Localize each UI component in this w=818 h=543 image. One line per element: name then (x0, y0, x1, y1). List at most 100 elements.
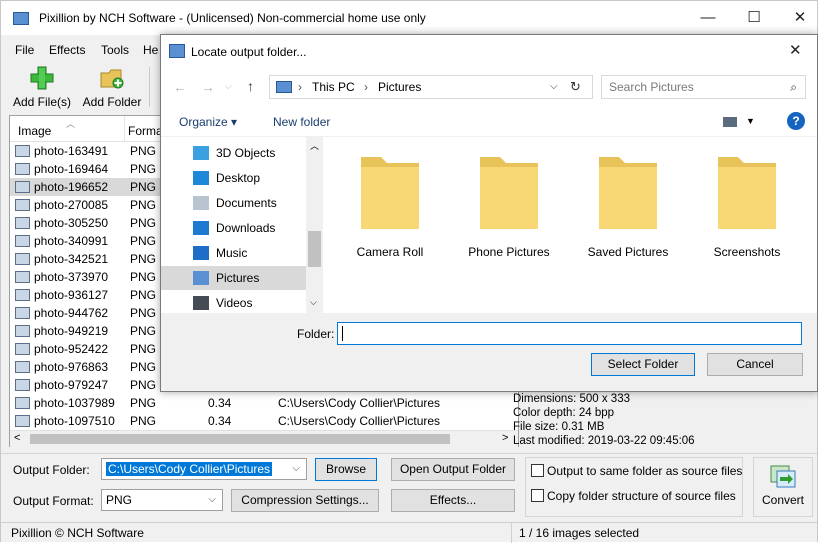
output-format-value: PNG (106, 493, 133, 507)
checkbox-box[interactable] (531, 464, 544, 477)
close-button[interactable]: ✕ (777, 7, 818, 31)
table-row[interactable]: photo-1037989 PNG 0.34 C:\Users\Cody Collie… (10, 394, 518, 412)
navigation-scrollbar[interactable]: ︿ ⌵ (306, 137, 323, 313)
maximize-button[interactable]: ☐ (731, 7, 777, 31)
menu-file[interactable]: File (15, 43, 34, 57)
up-arrow-icon[interactable]: ↑ (247, 78, 254, 94)
videos-icon (193, 296, 209, 310)
pixillion-app-icon (13, 12, 29, 25)
convert-button[interactable]: Convert (753, 457, 813, 517)
column-format[interactable]: Forma (128, 124, 163, 138)
row-name: photo-373970 (34, 270, 109, 284)
add-folder-button[interactable]: Add Folder (79, 65, 145, 109)
row-format: PNG (130, 162, 157, 176)
view-dropdown-chevron-icon[interactable]: ▼ (746, 116, 755, 126)
same-folder-checkbox[interactable]: Output to same folder as source files (531, 464, 742, 478)
row-name: photo-1037989 (34, 396, 115, 410)
breadcrumb-pictures[interactable]: Pictures (378, 76, 421, 98)
folder-phone-pictures[interactable]: Phone Pictures (450, 153, 568, 259)
row-format: PNG (130, 198, 157, 212)
back-arrow-icon[interactable]: ← (173, 79, 187, 95)
forward-arrow-icon[interactable]: → (201, 79, 215, 95)
cancel-button[interactable]: Cancel (707, 353, 803, 376)
status-bar: Pixillion © NCH Software 1 / 16 images s… (1, 522, 817, 543)
scroll-up-arrow-icon[interactable]: ︿ (310, 139, 319, 152)
dialog-close-button[interactable]: ✕ (789, 41, 802, 59)
row-format: PNG (130, 144, 157, 158)
select-folder-button[interactable]: Select Folder (591, 353, 695, 376)
folder-camera-roll[interactable]: Camera Roll (331, 153, 449, 259)
dialog-title: Locate output folder... (191, 45, 307, 59)
image-file-icon (15, 397, 30, 409)
new-folder-button[interactable]: New folder (273, 115, 330, 129)
menu-help[interactable]: He (143, 43, 158, 57)
scroll-thumb[interactable] (308, 231, 321, 267)
nav-item-label: Desktop (216, 171, 261, 185)
image-file-icon (15, 415, 30, 427)
add-file-plus-icon (29, 65, 55, 91)
breadcrumb-this-pc[interactable]: This PC (312, 76, 355, 98)
copy-structure-checkbox[interactable]: Copy folder structure of source files (531, 489, 736, 503)
row-name: photo-270085 (34, 198, 109, 212)
row-format: PNG (130, 396, 157, 410)
row-format: PNG (130, 234, 157, 248)
scroll-thumb[interactable] (30, 434, 450, 444)
output-folder-combo[interactable]: C:\Users\Cody Collier\Pictures ⌵ (101, 458, 307, 480)
image-file-icon (15, 199, 30, 211)
nav-item-videos[interactable]: Videos (161, 291, 306, 315)
column-image[interactable]: Image (18, 124, 51, 138)
scroll-left-arrow-icon[interactable]: < (14, 432, 20, 444)
breadcrumb-separator-icon: › (298, 80, 302, 94)
toolbar-divider (149, 67, 150, 107)
browse-button[interactable]: Browse (315, 458, 377, 481)
pictures-small-icon (276, 81, 292, 93)
menu-tools[interactable]: Tools (101, 43, 129, 57)
effects-button[interactable]: Effects... (391, 489, 515, 512)
view-options-icon[interactable] (723, 117, 737, 127)
dialog-toolbar: Organize ▾ New folder ▼ ? (161, 107, 817, 137)
address-bar[interactable]: › This PC › Pictures ⌵ ↻ (269, 75, 593, 99)
nav-item-desktop[interactable]: Desktop (161, 166, 306, 190)
scroll-down-arrow-icon[interactable]: ⌵ (310, 297, 317, 308)
nav-item-documents[interactable]: Documents (161, 191, 306, 215)
horizontal-scrollbar[interactable]: < > (10, 430, 518, 447)
add-folder-icon (99, 65, 125, 91)
3d-objects-icon (193, 146, 209, 160)
image-file-icon (15, 163, 30, 175)
folder-screenshots[interactable]: Screenshots (688, 153, 806, 259)
folder-input[interactable] (337, 322, 802, 345)
help-button[interactable]: ? (787, 112, 805, 130)
nav-item-3d-objects[interactable]: 3D Objects (161, 141, 306, 165)
organize-button[interactable]: Organize ▾ (179, 115, 237, 129)
table-row[interactable]: photo-1097510 PNG 0.34 C:\Users\Cody Collie… (10, 412, 518, 430)
scroll-right-arrow-icon[interactable]: > (502, 432, 508, 444)
address-dropdown-chevron-icon[interactable]: ⌵ (550, 76, 558, 98)
nav-item-pictures[interactable]: Pictures (161, 266, 306, 290)
chevron-down-icon: ⌵ (292, 463, 300, 474)
row-name: photo-976863 (34, 360, 109, 374)
folder-icon (359, 153, 421, 231)
folder-label: Screenshots (713, 245, 781, 259)
minimize-button[interactable]: — (685, 7, 731, 31)
nav-item-music[interactable]: Music (161, 241, 306, 265)
search-icon: ⌕ (790, 80, 797, 94)
open-output-folder-button[interactable]: Open Output Folder (391, 458, 515, 481)
breadcrumb-separator-icon: › (364, 80, 368, 94)
chevron-down-icon: ⌵ (208, 494, 216, 505)
row-path: C:\Users\Cody Collier\Pictures (278, 396, 441, 410)
compression-settings-button[interactable]: Compression Settings... (231, 489, 379, 512)
add-files-label: Add File(s) (12, 95, 71, 109)
menu-effects[interactable]: Effects (49, 43, 85, 57)
image-file-icon (15, 235, 30, 247)
output-format-combo[interactable]: PNG ⌵ (101, 489, 223, 511)
recent-locations-chevron-icon[interactable]: ⌵ (225, 81, 232, 92)
add-files-button[interactable]: Add File(s) (9, 65, 75, 109)
search-pictures-input[interactable]: Search Pictures ⌕ (601, 75, 806, 99)
controls-divider (1, 453, 817, 454)
folder-saved-pictures[interactable]: Saved Pictures (569, 153, 687, 259)
row-size: 0.34 (208, 414, 232, 428)
nav-item-downloads[interactable]: Downloads (161, 216, 306, 240)
row-name: photo-342521 (34, 252, 109, 266)
refresh-icon[interactable]: ↻ (570, 76, 581, 98)
checkbox-box[interactable] (531, 489, 544, 502)
